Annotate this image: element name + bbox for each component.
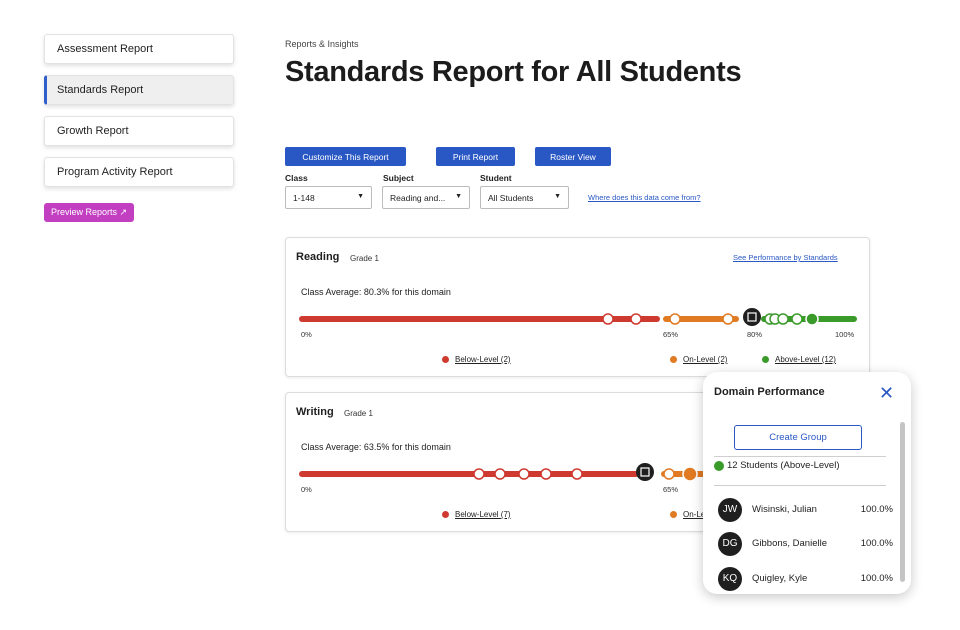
student-marker [473, 468, 485, 480]
student-marker [540, 468, 552, 480]
student-select-value: All Students [488, 192, 534, 203]
domain-performance-popup: Domain Performance ✕ Create Group 12 Stu… [703, 372, 911, 594]
tick-label: 80% [747, 330, 763, 339]
divider [714, 485, 886, 486]
customize-report-button[interactable]: Customize This Report [285, 147, 406, 166]
on-level-dot [670, 511, 677, 518]
nav-standards-report[interactable]: Standards Report [44, 75, 234, 105]
legend-on-level[interactable]: On-Level (2) [670, 355, 727, 364]
selected-student-marker [805, 312, 819, 326]
subject-filter-label: Subject [383, 173, 414, 183]
below-level-dot [442, 356, 449, 363]
student-select[interactable]: All Students ▼ [480, 186, 569, 209]
chevron-down-icon: ▼ [357, 193, 364, 200]
print-report-button[interactable]: Print Report [436, 147, 515, 166]
student-score: 100.0% [860, 504, 893, 515]
group-summary: 12 Students (Above-Level) [714, 460, 839, 471]
close-icon[interactable]: ✕ [879, 384, 894, 402]
preview-reports-button[interactable]: Preview Reports ↗ [44, 203, 135, 222]
student-marker [791, 313, 803, 325]
student-marker [663, 468, 675, 480]
create-group-button[interactable]: Create Group [734, 425, 862, 450]
selected-student-marker [682, 466, 698, 482]
legend-below-level[interactable]: Below-Level (7) [442, 510, 511, 519]
subject-select[interactable]: Reading and... ▼ [382, 186, 470, 209]
tick-label: 65% [663, 485, 679, 494]
student-row[interactable]: DG Gibbons, Danielle 100.0% [718, 531, 893, 556]
legend-below-level[interactable]: Below-Level (2) [442, 355, 511, 364]
student-filter-label: Student [480, 173, 512, 183]
tick-label: 0% [301, 330, 312, 339]
subject-select-value: Reading and... [390, 192, 446, 203]
below-level-dot [442, 511, 449, 518]
reading-domain-card: Reading Grade 1 See Performance by Stand… [285, 237, 870, 377]
student-name: Quigley, Kyle [752, 573, 808, 584]
student-marker [494, 468, 506, 480]
student-name: Wisinski, Julian [752, 504, 817, 515]
avatar: KQ [718, 566, 742, 591]
student-marker [630, 313, 642, 325]
class-average-icon [743, 308, 761, 326]
avatar: JW [718, 497, 742, 522]
student-marker [669, 313, 681, 325]
divider [714, 456, 886, 457]
student-marker [518, 468, 530, 480]
legend-label: Below-Level (2) [455, 355, 511, 364]
class-filter-label: Class [285, 173, 308, 183]
student-score: 100.0% [860, 573, 893, 584]
tick-label: 65% [663, 330, 679, 339]
breadcrumb: Reports & Insights [285, 39, 359, 49]
tick-label: 100% [835, 330, 855, 339]
student-score: 100.0% [860, 538, 893, 549]
chevron-down-icon: ▼ [554, 193, 561, 200]
legend-label: On-Le [683, 510, 706, 519]
legend-label: Above-Level (12) [775, 355, 836, 364]
group-label: 12 Students (Above-Level) [727, 460, 840, 471]
legend-on-level[interactable]: On-Le [670, 510, 705, 519]
class-select[interactable]: 1-148 ▼ [285, 186, 372, 209]
page-title: Standards Report for All Students [285, 56, 742, 88]
roster-view-button[interactable]: Roster View [535, 147, 611, 166]
on-level-dot [670, 356, 677, 363]
student-marker [571, 468, 583, 480]
nav-assessment-report[interactable]: Assessment Report [44, 34, 234, 64]
student-row[interactable]: JW Wisinski, Julian 100.0% [718, 497, 893, 522]
popup-title: Domain Performance [714, 386, 825, 398]
nav-growth-report[interactable]: Growth Report [44, 116, 234, 146]
above-level-dot [714, 460, 724, 471]
nav-program-activity-report[interactable]: Program Activity Report [44, 157, 234, 187]
above-level-dot [762, 356, 769, 363]
chevron-down-icon: ▼ [455, 193, 462, 200]
legend-above-level[interactable]: Above-Level (12) [762, 355, 836, 364]
tick-label: 0% [301, 485, 312, 494]
data-source-link[interactable]: Where does this data come from? [588, 193, 701, 202]
legend-label: Below-Level (7) [455, 510, 511, 519]
student-name: Gibbons, Danielle [752, 538, 827, 549]
class-select-value: 1-148 [293, 192, 315, 203]
student-marker [777, 313, 789, 325]
scrollbar[interactable] [900, 422, 905, 582]
avatar: DG [718, 531, 742, 556]
legend-label: On-Level (2) [683, 355, 728, 364]
student-marker [602, 313, 614, 325]
class-average-icon [636, 463, 654, 481]
student-row[interactable]: KQ Quigley, Kyle 100.0% [718, 566, 893, 591]
student-marker [722, 313, 734, 325]
